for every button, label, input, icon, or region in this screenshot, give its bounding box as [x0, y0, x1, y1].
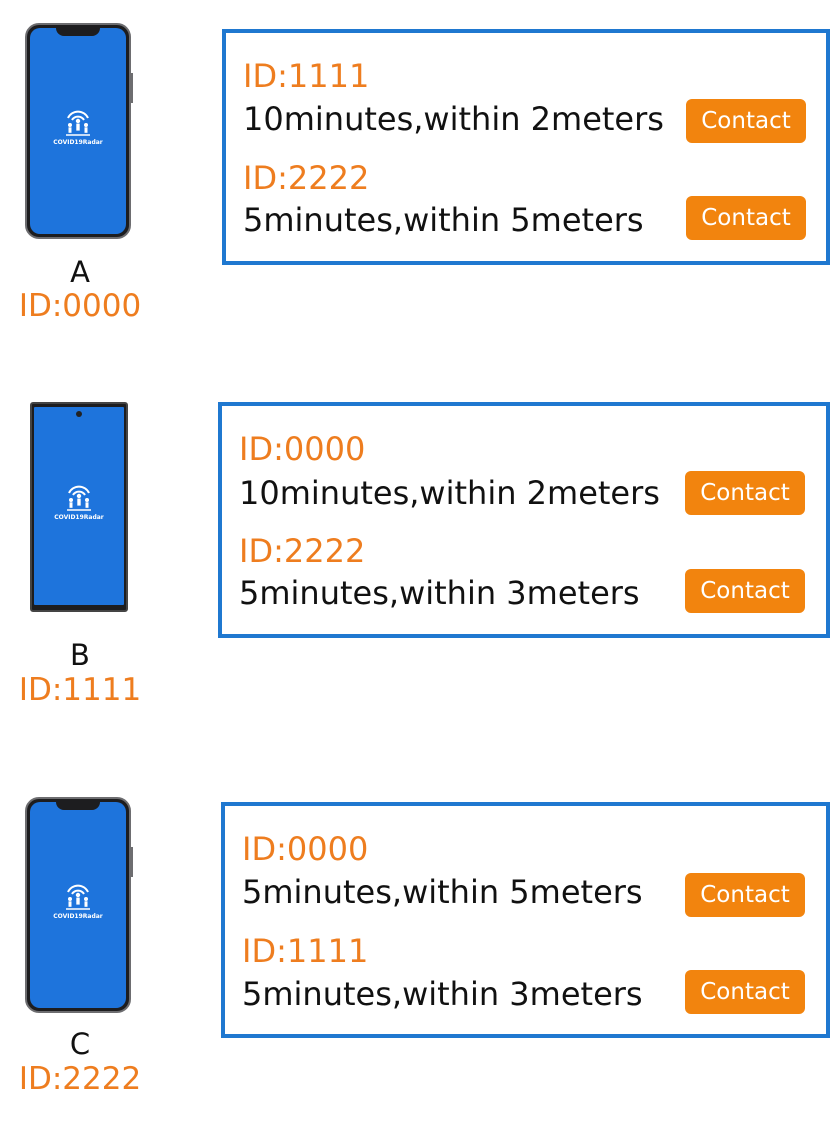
- phone-a-image: COVID19Radar: [25, 23, 131, 239]
- contact-id: ID:1111: [243, 57, 370, 95]
- radar-people-icon: [67, 485, 91, 511]
- contact-panel-b: ID:0000 10minutes,within 2meters Contact…: [218, 402, 830, 638]
- device-letter: B: [70, 638, 90, 672]
- device-row-c: COVID19Radar C ID:2222 ID:0000 5minutes,…: [0, 780, 840, 1130]
- device-id: ID:1111: [18, 672, 142, 708]
- contact-button[interactable]: Contact: [685, 569, 805, 613]
- contact-panel-a: ID:1111 10minutes,within 2meters Contact…: [222, 29, 830, 265]
- contact-button[interactable]: Contact: [685, 970, 805, 1014]
- contact-id: ID:2222: [239, 532, 366, 570]
- device-letter: C: [69, 1027, 91, 1061]
- covid-radar-logo: COVID19Radar: [48, 107, 108, 146]
- app-name: COVID19Radar: [53, 139, 103, 146]
- contact-id: ID:2222: [243, 159, 370, 197]
- contact-description: 5minutes,within 3meters: [239, 574, 640, 612]
- app-name: COVID19Radar: [53, 913, 103, 920]
- contact-id: ID:0000: [239, 430, 366, 468]
- contact-button[interactable]: Contact: [686, 196, 806, 240]
- phone-c-image: COVID19Radar: [25, 797, 131, 1013]
- radar-people-icon: [66, 884, 90, 910]
- phone-a-screen: COVID19Radar: [30, 28, 126, 234]
- device-b: COVID19Radar B ID:1111: [18, 402, 142, 712]
- contact-description: 5minutes,within 5meters: [243, 201, 644, 239]
- contact-description: 10minutes,within 2meters: [239, 474, 660, 512]
- phone-side-button: [130, 847, 133, 877]
- phone-c-screen: COVID19Radar: [30, 802, 126, 1008]
- contact-button[interactable]: Contact: [686, 99, 806, 143]
- contact-description: 5minutes,within 3meters: [242, 975, 643, 1013]
- device-id: ID:0000: [18, 288, 142, 324]
- phone-notch: [56, 802, 100, 810]
- covid-radar-logo: COVID19Radar: [49, 482, 109, 521]
- contact-button[interactable]: Contact: [685, 873, 805, 917]
- device-id: ID:2222: [18, 1061, 142, 1097]
- contact-id: ID:0000: [242, 830, 369, 868]
- contact-panel-c: ID:0000 5minutes,within 5meters Contact …: [221, 802, 830, 1038]
- contact-description: 5minutes,within 5meters: [242, 873, 643, 911]
- device-a: COVID19Radar A ID:0000: [18, 23, 142, 333]
- device-row-a: COVID19Radar A ID:0000 ID:1111 10minutes…: [0, 0, 840, 340]
- device-c: COVID19Radar C ID:2222: [18, 797, 142, 1117]
- device-row-b: COVID19Radar B ID:1111 ID:0000 10minutes…: [0, 380, 840, 720]
- device-letter: A: [70, 255, 90, 289]
- phone-notch: [56, 28, 100, 36]
- covid-radar-logo: COVID19Radar: [48, 881, 108, 920]
- contact-id: ID:1111: [242, 932, 369, 970]
- phone-b-image: COVID19Radar: [30, 402, 128, 612]
- phone-side-button: [130, 73, 133, 103]
- app-name: COVID19Radar: [54, 514, 104, 521]
- phone-b-screen: COVID19Radar: [34, 407, 124, 605]
- phone-camera: [76, 411, 82, 417]
- contact-button[interactable]: Contact: [685, 471, 805, 515]
- radar-people-icon: [66, 110, 90, 136]
- contact-description: 10minutes,within 2meters: [243, 100, 664, 138]
